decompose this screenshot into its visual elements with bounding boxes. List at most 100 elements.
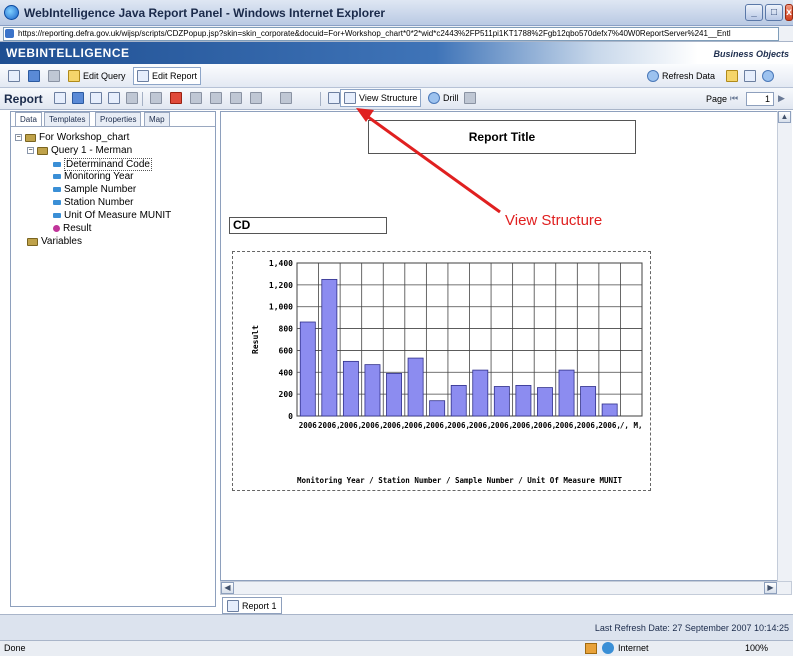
bar [407, 357, 424, 417]
tree-node-query[interactable]: − Query 1 - Merman [27, 145, 132, 156]
main-toolbar: Edit Query Edit Report Refresh Data [0, 64, 793, 88]
x-tick-label: 2006, [447, 421, 470, 430]
y-tick-label: 1,000 [269, 303, 293, 312]
view-structure-annotation: View Structure [505, 212, 603, 229]
scroll-right-button[interactable]: ▶ [764, 582, 777, 594]
zoom-level[interactable]: 100% [745, 643, 768, 653]
bar [558, 369, 575, 417]
report-tab[interactable]: Report 1 [222, 597, 282, 614]
y-tick-label: 200 [279, 390, 294, 399]
bar [580, 386, 597, 417]
y-tick-label: 0 [288, 412, 293, 421]
maximize-button[interactable]: □ [765, 4, 783, 21]
help-button[interactable] [758, 67, 778, 85]
globe-icon [602, 642, 614, 654]
tree-node-document[interactable]: − For Workshop_chart [15, 132, 129, 143]
x-tick-label: 2006 [299, 421, 318, 430]
url-text: https://reporting.defra.gov.uk/wijsp/scr… [18, 29, 731, 38]
filter-button[interactable] [104, 89, 124, 107]
break-button[interactable] [206, 89, 226, 107]
dimension-icon [53, 174, 61, 179]
bar [386, 372, 402, 417]
new-document-button[interactable] [4, 67, 24, 85]
undo-icon [150, 92, 162, 104]
edit-query-icon [68, 70, 80, 82]
document-properties-button[interactable] [740, 67, 760, 85]
x-axis-label: Monitoring Year / Station Number / Sampl… [297, 476, 623, 485]
tree-node-sample-number[interactable]: Sample Number [53, 184, 136, 195]
bar-chart: 02004006008001,0001,2001,4002006 2006,200… [251, 259, 643, 485]
bar [450, 384, 467, 417]
report-tab-icon [227, 599, 239, 612]
report-tab-label: Report 1 [242, 600, 277, 611]
tree-node-result[interactable]: Result [53, 223, 91, 234]
dimension-icon [53, 200, 61, 205]
edit-report-button[interactable]: Edit Report [133, 67, 202, 85]
x-tick-label: 2006, [318, 421, 341, 430]
tree-node-variables[interactable]: Variables [27, 236, 82, 247]
properties-icon [744, 70, 756, 82]
edit-query-button[interactable]: Edit Query [64, 67, 130, 85]
refresh-data-label: Refresh Data [662, 71, 716, 81]
break-icon [210, 92, 222, 104]
dimension-icon [53, 187, 61, 192]
tab-data[interactable]: Data [15, 112, 42, 127]
horizontal-scrollbar[interactable]: ◀ ▶ [220, 581, 792, 595]
url-field[interactable]: https://reporting.defra.gov.uk/wijsp/scr… [3, 27, 779, 41]
refresh-data-button[interactable]: Refresh Data [643, 67, 719, 85]
tree-node-monitoring-year[interactable]: Monitoring Year [53, 171, 134, 182]
minimize-button[interactable]: _ [745, 4, 763, 21]
webintelligence-logo: WEBINTELLIGENCE [6, 46, 130, 60]
y-axis-label: Result [251, 325, 260, 354]
formula-button[interactable] [86, 89, 106, 107]
bar [472, 369, 489, 417]
measure-icon [53, 225, 60, 232]
app-header: WEBINTELLIGENCE Business Objects [0, 42, 793, 64]
tab-templates[interactable]: Templates [44, 112, 91, 126]
sum-button[interactable] [246, 89, 266, 107]
window-title: WebIntelligence Java Report Panel - Wind… [24, 6, 386, 20]
scroll-up-button[interactable]: ▲ [778, 111, 791, 123]
save-icon [28, 70, 40, 82]
filter-toggle-button[interactable] [186, 89, 206, 107]
undo-button[interactable] [146, 89, 166, 107]
query-icon [37, 146, 48, 155]
tree-node-determinand-code[interactable]: Determinand Code [53, 158, 152, 171]
tab-map[interactable]: Map [144, 112, 170, 126]
last-refresh-date: Last Refresh Date: 27 September 2007 10:… [594, 623, 789, 633]
tab-properties[interactable]: Properties [95, 112, 142, 126]
format-button[interactable] [122, 89, 142, 107]
page-label: Page [706, 94, 728, 104]
refresh-icon [647, 70, 659, 82]
ie-icon [4, 5, 19, 20]
ranking-button[interactable] [276, 89, 296, 107]
tree-node-unit-of-measure[interactable]: Unit Of Measure MUNIT [53, 210, 171, 221]
bar [429, 400, 446, 417]
table-icon [54, 92, 66, 104]
alert-button[interactable] [166, 89, 186, 107]
page-number-input[interactable]: 1 [746, 92, 774, 106]
tree-node-station-number[interactable]: Station Number [53, 197, 133, 208]
ranking-icon [280, 92, 292, 104]
bar [493, 386, 510, 417]
first-page-button[interactable]: ⏮ [730, 93, 738, 104]
print-button[interactable] [44, 67, 64, 85]
business-objects-logo: Business Objects [713, 49, 789, 59]
bar [342, 360, 359, 417]
funnel-icon [190, 92, 202, 104]
sort-icon [230, 92, 242, 104]
insert-table-button[interactable] [50, 89, 70, 107]
x-tick-label: 2006, [340, 421, 363, 430]
insert-chart-button[interactable] [68, 89, 88, 107]
bar [515, 384, 532, 417]
close-button[interactable]: x [785, 4, 793, 21]
next-page-button[interactable]: ▶ [778, 93, 785, 104]
y-tick-label: 800 [279, 325, 294, 334]
purge-button[interactable] [722, 67, 742, 85]
scroll-left-button[interactable]: ◀ [221, 582, 234, 594]
save-button[interactable] [24, 67, 44, 85]
edit-query-label: Edit Query [83, 71, 126, 81]
vertical-scrollbar[interactable]: ▲ [777, 111, 792, 581]
x-tick-label: 2006, [383, 421, 406, 430]
sort-button[interactable] [226, 89, 246, 107]
